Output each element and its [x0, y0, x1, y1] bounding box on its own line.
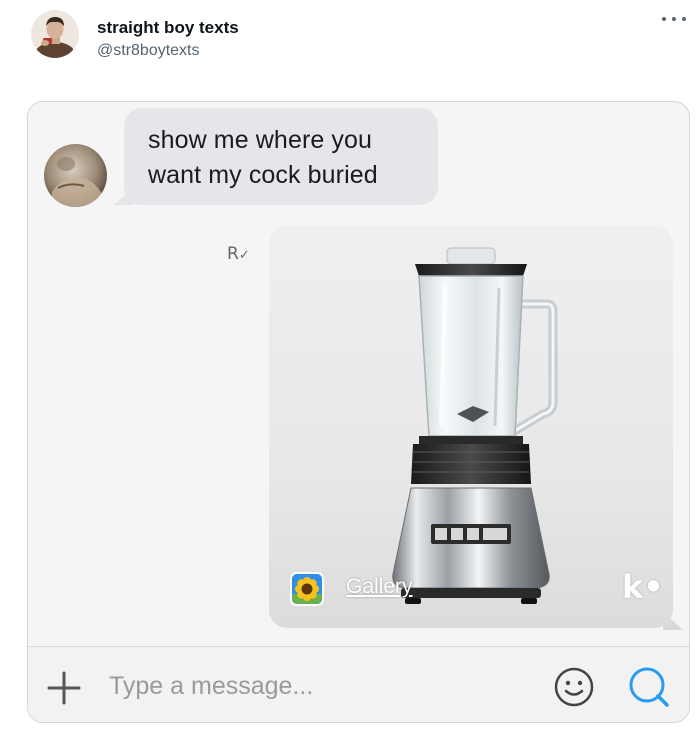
- sunflower-icon: [292, 574, 322, 604]
- search-icon[interactable]: [626, 664, 672, 710]
- message-input[interactable]: [109, 665, 529, 707]
- read-receipt-letter: R: [227, 244, 239, 264]
- author-avatar-image: [31, 10, 79, 58]
- more-horizontal-icon[interactable]: [662, 12, 686, 26]
- incoming-message-bubble[interactable]: show me where you want my cock buried: [114, 108, 438, 205]
- compose-bar: [28, 646, 689, 722]
- outgoing-media-message[interactable]: Gallery k•: [269, 226, 673, 628]
- incoming-message-text: show me where you want my cock buried: [148, 126, 378, 189]
- author-handle[interactable]: @str8boytexts: [97, 42, 200, 60]
- tweet-header: straight boy texts @str8boytexts: [0, 0, 700, 90]
- author-avatar[interactable]: [31, 10, 79, 58]
- blender-image: [392, 247, 558, 604]
- author-name[interactable]: straight boy texts: [97, 18, 239, 38]
- contact-avatar-image: [44, 144, 107, 207]
- smiley-icon[interactable]: [553, 666, 595, 708]
- tweet-media-screenshot[interactable]: show me where you want my cock buried R✓: [27, 101, 690, 723]
- contact-avatar: [44, 144, 107, 207]
- bubble-tail: [114, 187, 134, 205]
- gallery-link[interactable]: Gallery: [346, 575, 413, 599]
- kik-logo: k•: [622, 568, 664, 606]
- sunflower-gallery-icon[interactable]: [290, 572, 324, 606]
- read-receipt-icon: R✓: [227, 244, 250, 264]
- plus-icon[interactable]: [45, 669, 83, 707]
